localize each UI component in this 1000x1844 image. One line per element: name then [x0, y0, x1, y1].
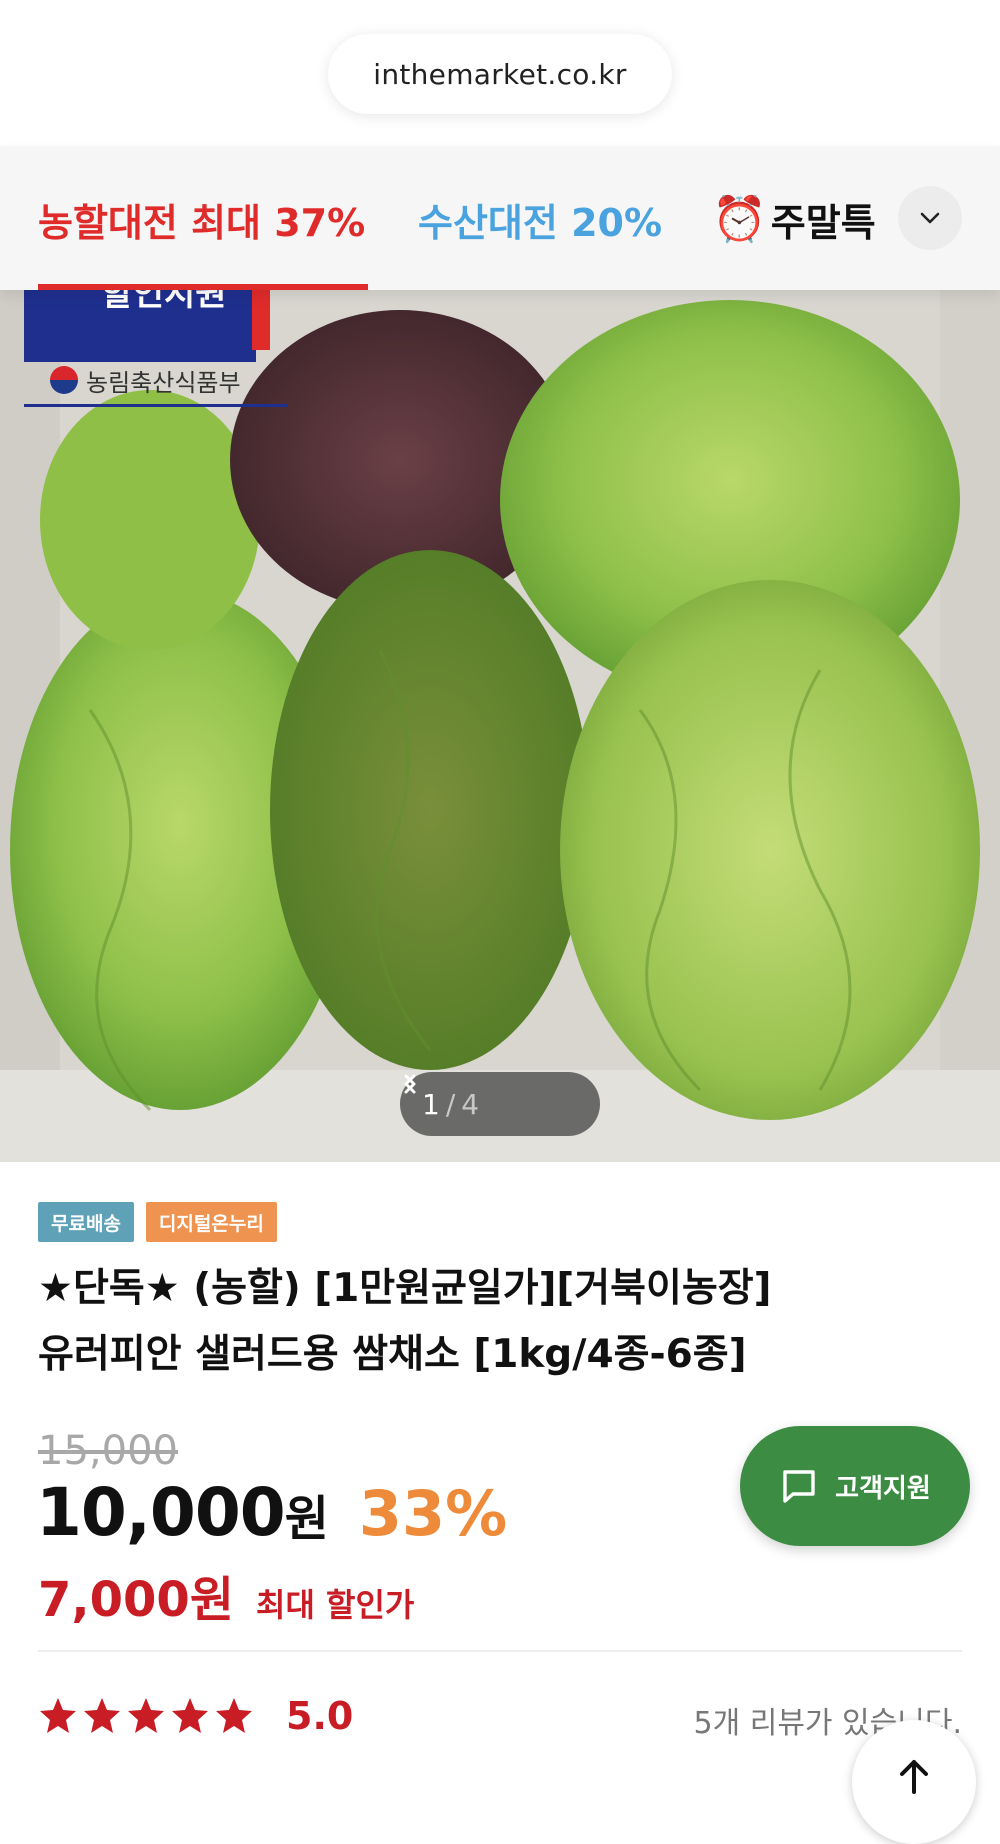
- next-image-button[interactable]: [400, 1072, 420, 1096]
- rating-stars: [38, 1696, 254, 1736]
- scroll-to-top-button[interactable]: [852, 1720, 976, 1844]
- pager-separator: /: [445, 1087, 456, 1121]
- original-price: 15,000: [38, 1428, 178, 1474]
- price-row: 10,000 원 33%: [36, 1474, 507, 1551]
- pager-total: 4: [461, 1087, 480, 1121]
- star-icon: [40, 1698, 76, 1733]
- arrow-up-icon: [900, 1760, 928, 1794]
- max-discount-label: 최대 할인가: [256, 1586, 415, 1624]
- tag-free-shipping: 무료배송: [38, 1202, 134, 1242]
- customer-support-label: 고객지원: [835, 1473, 931, 1504]
- browser-url-bar: inthemarket.co.kr: [0, 0, 1000, 147]
- active-nav-indicator: [38, 284, 368, 290]
- alarm-clock-icon: ⏰: [712, 193, 767, 245]
- subsidy-badge-accent: [252, 290, 270, 350]
- rating-row[interactable]: 5.0: [38, 1694, 353, 1738]
- sale-price: 10,000: [36, 1474, 286, 1551]
- pager-count: 1 / 4: [422, 1088, 479, 1121]
- nav-item-weekend-label: 주말특: [770, 201, 876, 245]
- subsidy-badge-text: 할인지원: [101, 290, 227, 314]
- product-photo: [0, 290, 1000, 1162]
- product-title-line1: ★단독★ (농할) [1만원균일가][거북이농장]: [38, 1266, 772, 1311]
- image-pager: 1 / 4: [400, 1072, 600, 1136]
- discount-rate: 33%: [358, 1477, 508, 1550]
- pager-current: 1: [422, 1087, 440, 1121]
- url-field[interactable]: inthemarket.co.kr: [328, 34, 672, 114]
- section-divider: [38, 1650, 962, 1652]
- sale-price-unit: 원: [284, 1491, 329, 1547]
- rating-value: 5.0: [286, 1694, 354, 1738]
- tag-digital-onnuri: 디지털온누리: [145, 1202, 277, 1242]
- nav-item-seafood-sale[interactable]: 수산대전 20%: [418, 192, 662, 247]
- product-image-carousel[interactable]: 할인지원 농림축산식품부 1 / 4: [0, 290, 1000, 1162]
- product-title-line2: 유러피안 샐러드용 쌈채소 [1kg/4종-6종]: [38, 1332, 747, 1377]
- product-tags: 무료배송 디지털온누리: [38, 1202, 277, 1242]
- max-discount-row: 7,000원 최대 할인가: [38, 1560, 414, 1630]
- ministry-label-text: 농림축산식품부: [86, 368, 241, 397]
- nav-item-farm-sale[interactable]: 농할대전 최대 37%: [38, 192, 365, 247]
- expand-categories-button[interactable]: [898, 186, 962, 250]
- subsidy-badge: 할인지원: [24, 290, 256, 362]
- url-text: inthemarket.co.kr: [373, 57, 627, 91]
- star-icon: [172, 1698, 208, 1733]
- ministry-emblem-icon: [50, 366, 78, 394]
- ministry-label: 농림축산식품부: [50, 360, 241, 400]
- star-icon: [84, 1698, 120, 1733]
- max-discount-price: 7,000원: [38, 1572, 234, 1628]
- star-icon: [216, 1698, 252, 1733]
- product-title: ★단독★ (농할) [1만원균일가][거북이농장] 유러피안 샐러드용 쌈채소 …: [38, 1256, 938, 1388]
- ministry-underline: [24, 404, 288, 407]
- customer-support-button[interactable]: 고객지원: [740, 1426, 970, 1546]
- nav-item-weekend-special[interactable]: ⏰ 주말특: [712, 192, 876, 247]
- chevron-down-icon: [920, 212, 940, 224]
- chat-bubble-icon: [783, 1470, 815, 1503]
- star-icon: [128, 1698, 164, 1733]
- category-nav: 농할대전 최대 37% 수산대전 20% ⏰ 주말특: [0, 146, 1000, 290]
